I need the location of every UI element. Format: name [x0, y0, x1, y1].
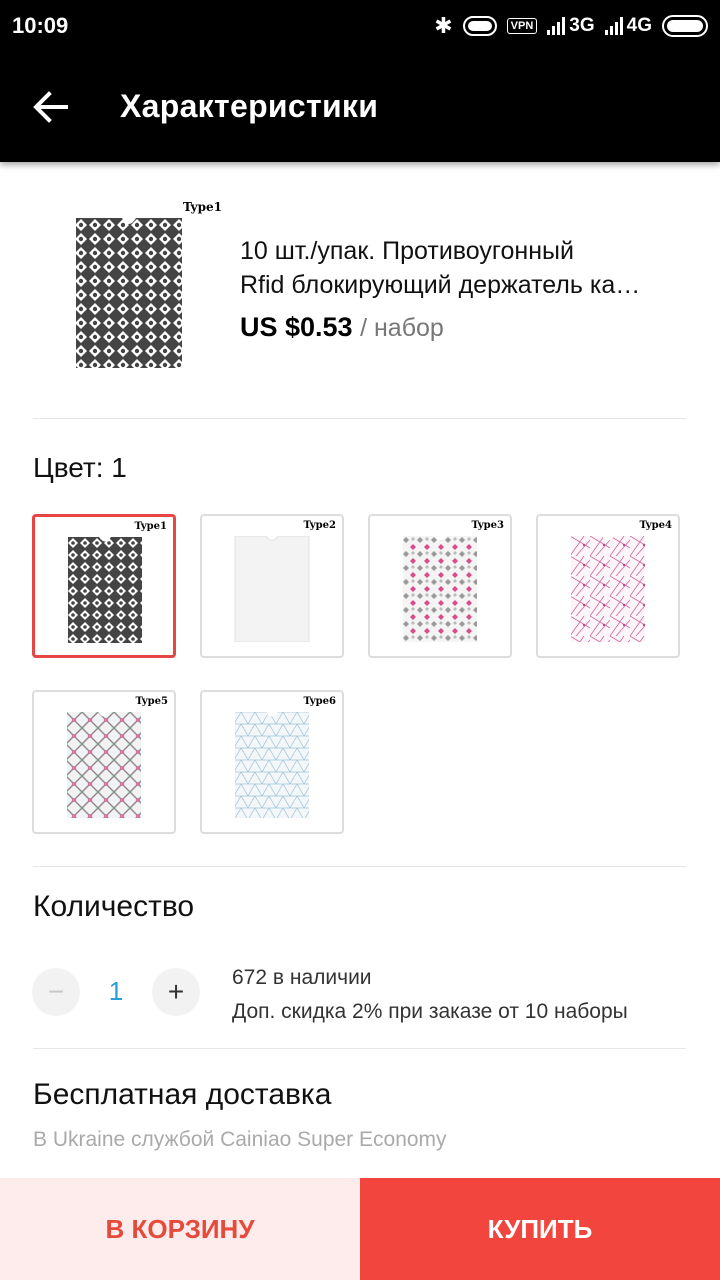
- network-4g: 4G: [604, 15, 652, 37]
- divider: [33, 418, 686, 419]
- bulk-discount-note: Доп. скидка 2% при заказе от 10 наборы: [232, 1000, 628, 1023]
- buy-now-button[interactable]: КУПИТЬ: [360, 1178, 720, 1280]
- color-option-image: [68, 537, 142, 643]
- color-option-image: [234, 536, 310, 642]
- color-option-type2[interactable]: Type2: [200, 514, 344, 658]
- product-name: 10 шт./упак. Противоугонный Rfid блокиру…: [240, 234, 700, 302]
- quantity-value[interactable]: 1: [96, 976, 136, 1007]
- add-to-cart-button[interactable]: В КОРЗИНУ: [0, 1178, 360, 1280]
- color-option-label: Type2: [303, 520, 336, 531]
- color-option-label: Type4: [639, 520, 672, 531]
- battery-icon: [662, 15, 708, 37]
- color-option-type4[interactable]: Type4: [536, 514, 680, 658]
- color-option-label: Type3: [471, 520, 504, 531]
- status-bar: 10:09 ✱ VPN 3G 4G: [0, 0, 720, 52]
- product-image: Type1: [74, 200, 222, 370]
- price-unit: / набор: [360, 314, 444, 342]
- toggle-icon: [462, 16, 497, 36]
- status-icons: ✱ VPN 3G 4G: [434, 12, 708, 40]
- network-4g-label: 4G: [626, 15, 652, 36]
- signal-icon: [604, 17, 623, 35]
- arrow-left-icon: [33, 91, 68, 123]
- color-option-label: Type6: [303, 696, 336, 707]
- price-amount: US $0.53: [240, 312, 353, 342]
- vpn-icon: VPN: [506, 18, 538, 34]
- product-price: US $0.53 / набор: [240, 312, 444, 343]
- color-option-type6[interactable]: Type6: [200, 690, 344, 834]
- product-image-label: Type1: [183, 200, 222, 214]
- quantity-label: Количество: [33, 890, 195, 923]
- status-time: 10:09: [12, 13, 69, 38]
- color-option-label: Type1: [134, 521, 167, 532]
- product-thumbnail: [76, 218, 182, 368]
- app-bar: Характеристики: [0, 52, 720, 162]
- product-name-line-1: 10 шт./упак. Противоугонный: [240, 237, 574, 265]
- divider: [33, 866, 686, 867]
- color-option-type3[interactable]: Type3: [368, 514, 512, 658]
- product-name-line-2: Rfid блокирующий держатель ка…: [240, 271, 641, 299]
- color-option-type1[interactable]: Type1: [32, 514, 176, 658]
- network-3g-label: 3G: [569, 15, 595, 36]
- color-option-image: [403, 536, 477, 642]
- shipping-title[interactable]: Бесплатная доставка: [33, 1078, 331, 1112]
- bluetooth-icon: ✱: [434, 13, 453, 38]
- shipping-method: В Ukraine службой Cainiao Super Economy: [33, 1128, 447, 1151]
- quantity-decrease-button[interactable]: −: [32, 968, 80, 1016]
- bottom-action-bar: В КОРЗИНУ КУПИТЬ: [0, 1178, 720, 1280]
- page-title: Характеристики: [120, 88, 379, 124]
- color-option-image: [571, 536, 645, 642]
- back-button[interactable]: [22, 79, 78, 135]
- color-option-image: [67, 712, 141, 818]
- product-summary: Type1 10 шт./упак. Противоугонный Rfid б…: [0, 162, 720, 418]
- network-3g: 3G: [547, 15, 595, 37]
- color-option-type5[interactable]: Type5: [32, 690, 176, 834]
- color-option-image: [235, 712, 309, 818]
- signal-icon: [547, 17, 566, 35]
- color-label: Цвет: 1: [33, 452, 127, 483]
- stock-count: 672 в наличии: [232, 966, 372, 989]
- quantity-increase-button[interactable]: +: [152, 968, 200, 1016]
- divider: [33, 1048, 686, 1049]
- color-option-label: Type5: [135, 696, 168, 707]
